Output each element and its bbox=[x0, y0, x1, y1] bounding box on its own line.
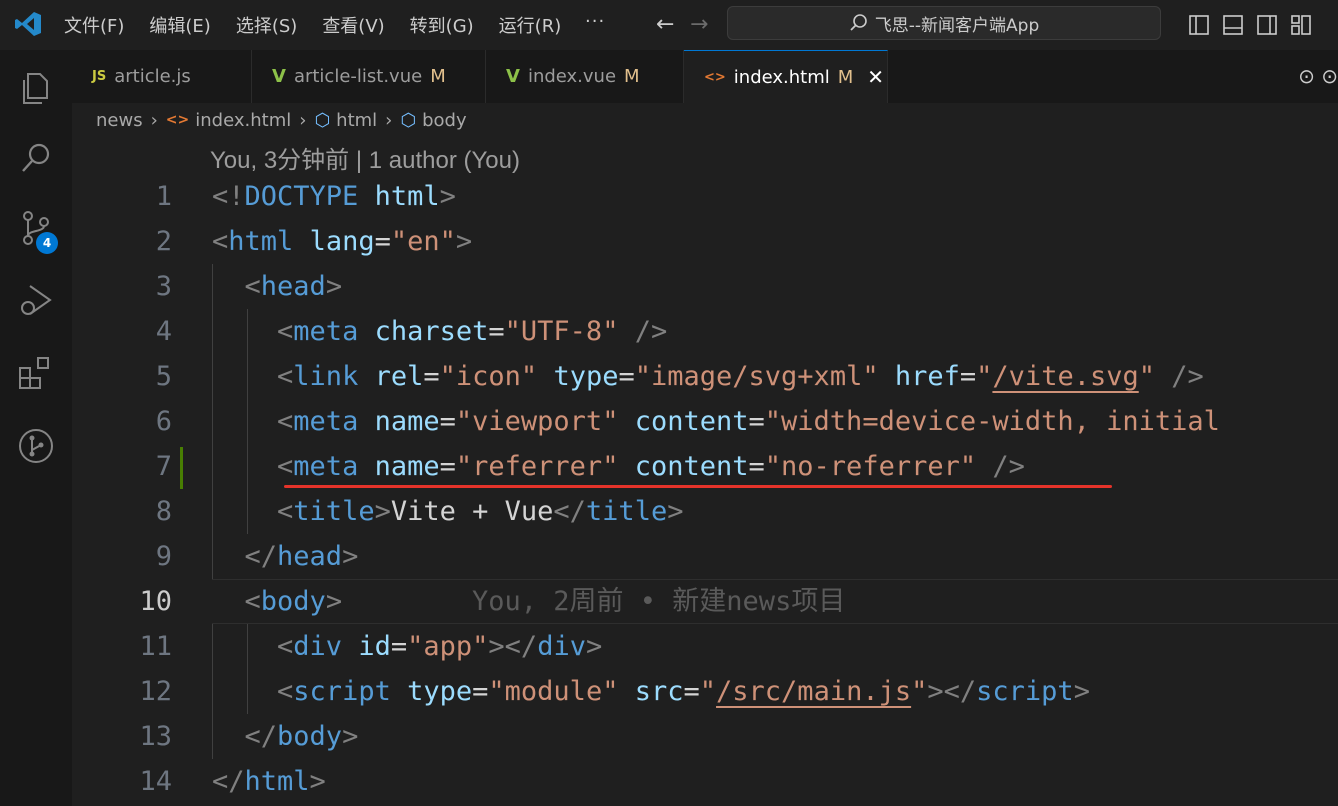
layout-controls bbox=[1188, 14, 1312, 36]
vue-file-icon: V bbox=[272, 66, 286, 87]
toggle-secondary-sidebar-icon[interactable] bbox=[1256, 14, 1278, 36]
line-number: 12 bbox=[139, 676, 172, 707]
tab-article-js[interactable]: JS article.js bbox=[72, 50, 252, 103]
code-line: </html> bbox=[212, 766, 326, 797]
search-icon[interactable] bbox=[16, 138, 56, 178]
tab-index-html[interactable]: <> index.html M ✕ bbox=[684, 50, 888, 103]
annotation-underline bbox=[284, 485, 1112, 488]
line-number: 8 bbox=[155, 496, 172, 527]
inline-git-blame: You, 2周前 • 新建news项目 bbox=[472, 586, 846, 617]
line-number-current: 10 bbox=[139, 586, 172, 617]
open-changes-icon[interactable]: ⊙ ⊙ bbox=[1298, 64, 1338, 88]
code-line-current: <body> bbox=[244, 586, 343, 617]
code-line: <script type="module" src="/src/main.js"… bbox=[277, 676, 1090, 707]
code-line: <html lang="en"> bbox=[212, 226, 473, 257]
modified-indicator: M bbox=[430, 66, 446, 87]
modified-indicator: M bbox=[624, 66, 640, 87]
code-line: <title>Vite + Vue</title> bbox=[277, 496, 684, 527]
search-text: 飞思--新闻客户端App bbox=[874, 15, 1040, 36]
close-icon[interactable]: ✕ bbox=[867, 65, 884, 89]
line-number: 1 bbox=[155, 181, 172, 212]
modified-indicator: M bbox=[837, 66, 854, 88]
symbol-element-icon: ⬡ bbox=[400, 109, 417, 131]
back-arrow-icon[interactable]: ← bbox=[656, 12, 674, 37]
html-file-icon: <> bbox=[704, 69, 726, 85]
git-graph-icon[interactable] bbox=[16, 426, 56, 466]
chevron-right-icon: › bbox=[150, 109, 158, 131]
code-line: <meta charset="UTF-8" /> bbox=[277, 316, 668, 347]
html-file-icon: <> bbox=[165, 112, 190, 128]
editor-tab-bar: JS article.js V article-list.vue M V ind… bbox=[72, 50, 1338, 103]
breadcrumb: news › <> index.html › ⬡ html › ⬡ body bbox=[96, 106, 467, 134]
tab-label: index.vue bbox=[527, 66, 617, 87]
extensions-icon[interactable] bbox=[16, 354, 56, 394]
customize-layout-icon[interactable] bbox=[1290, 14, 1312, 36]
line-number: 9 bbox=[155, 541, 172, 572]
vue-file-icon: V bbox=[506, 66, 520, 87]
tab-label: article.js bbox=[114, 66, 191, 87]
run-debug-icon[interactable] bbox=[16, 280, 56, 320]
chevron-right-icon: › bbox=[385, 109, 393, 131]
command-center-search[interactable]: 飞思--新闻客户端App bbox=[727, 6, 1161, 40]
symbol-element-icon: ⬡ bbox=[314, 109, 331, 131]
line-number: 13 bbox=[139, 721, 172, 752]
menu-file[interactable]: 文件(F) bbox=[64, 12, 124, 38]
breadcrumb-body[interactable]: body bbox=[422, 110, 467, 131]
menu-edit[interactable]: 编辑(E) bbox=[149, 12, 210, 38]
menu-run[interactable]: 运行(R) bbox=[499, 12, 562, 38]
code-line: <meta name="referrer" content="no-referr… bbox=[277, 451, 1025, 482]
toggle-panel-icon[interactable] bbox=[1222, 14, 1244, 36]
vscode-logo-icon bbox=[15, 12, 41, 36]
menu-more-button[interactable]: ··· bbox=[585, 11, 605, 32]
breadcrumb-html[interactable]: html bbox=[336, 110, 377, 131]
js-file-icon: JS bbox=[92, 69, 107, 84]
code-line: <div id="app"></div> bbox=[277, 631, 603, 662]
line-number: 3 bbox=[155, 271, 172, 302]
code-line: <head> bbox=[244, 271, 343, 302]
menu-bar: 文件(F) 编辑(E) 选择(S) 查看(V) 转到(G) 运行(R) bbox=[64, 0, 586, 50]
source-control-badge: 4 bbox=[36, 232, 58, 254]
explorer-icon[interactable] bbox=[16, 68, 56, 108]
line-number: 7 bbox=[155, 451, 172, 482]
menu-selection[interactable]: 选择(S) bbox=[236, 12, 297, 38]
tab-index-vue[interactable]: V index.vue M bbox=[486, 50, 684, 103]
title-bar: 文件(F) 编辑(E) 选择(S) 查看(V) 转到(G) 运行(R) ··· … bbox=[0, 0, 1338, 50]
code-line: </head> bbox=[244, 541, 359, 572]
forward-arrow-icon[interactable]: → bbox=[690, 12, 708, 37]
line-number: 5 bbox=[155, 361, 172, 392]
line-number: 14 bbox=[139, 766, 172, 797]
tab-label: article-list.vue bbox=[293, 66, 423, 87]
git-codelens[interactable]: You, 3分钟前 | 1 author (You) bbox=[210, 140, 520, 175]
git-change-indicator bbox=[180, 447, 183, 489]
breadcrumb-folder[interactable]: news bbox=[96, 110, 143, 131]
breadcrumb-file[interactable]: index.html bbox=[195, 110, 291, 131]
toggle-primary-sidebar-icon[interactable] bbox=[1188, 14, 1210, 36]
line-number: 6 bbox=[155, 406, 172, 437]
line-number: 4 bbox=[155, 316, 172, 347]
activity-bar: 4 bbox=[0, 50, 72, 806]
code-line: <link rel="icon" type="image/svg+xml" hr… bbox=[277, 361, 1204, 392]
line-number: 2 bbox=[155, 226, 172, 257]
chevron-right-icon: › bbox=[299, 109, 307, 131]
code-line: <meta name="viewport" content="width=dev… bbox=[277, 406, 1220, 437]
tab-article-list-vue[interactable]: V article-list.vue M bbox=[252, 50, 486, 103]
tab-label: index.html bbox=[733, 66, 830, 88]
menu-view[interactable]: 查看(V) bbox=[322, 12, 384, 38]
code-line: <!DOCTYPE html> bbox=[212, 181, 456, 212]
menu-go[interactable]: 转到(G) bbox=[410, 12, 474, 38]
search-icon bbox=[850, 14, 867, 31]
line-number: 11 bbox=[139, 631, 172, 662]
code-line: </body> bbox=[244, 721, 359, 752]
